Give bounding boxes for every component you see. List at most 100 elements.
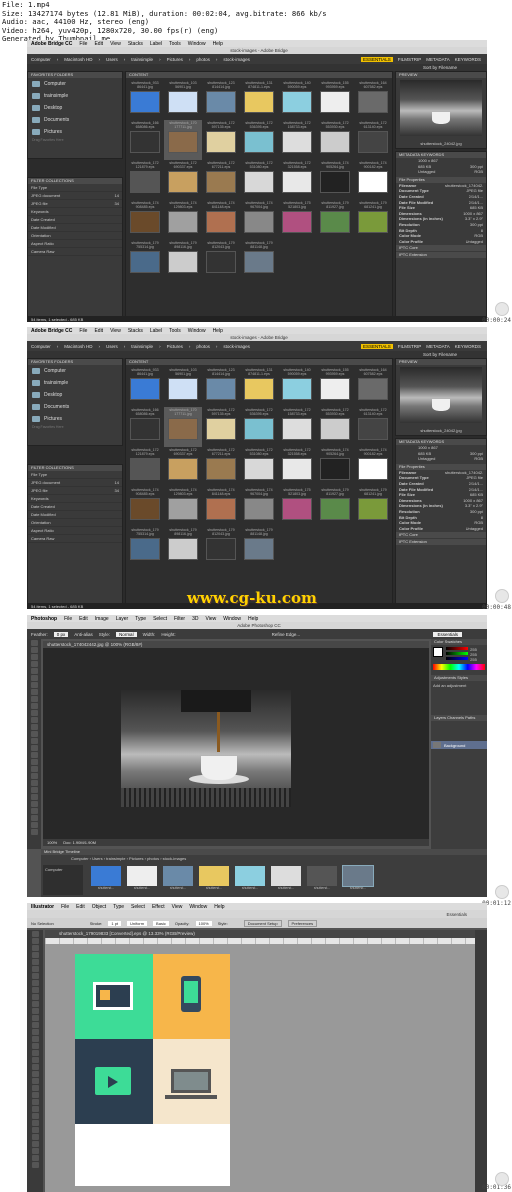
filter-row[interactable]: Keywords [28,208,122,216]
menu-type[interactable]: Type [135,616,146,622]
menu-view[interactable]: View [206,616,217,622]
tool-icon[interactable] [31,1092,39,1098]
tool-icon[interactable] [30,703,38,709]
zoom-level[interactable]: 100% [47,840,57,845]
thumbnail[interactable]: shutterstock_164 607582.eps [354,367,392,407]
tool-icon[interactable] [31,1085,39,1091]
menu-edit[interactable]: Edit [79,616,88,622]
workspace-keywords[interactable]: KEYWORDS [455,57,481,62]
workspace-select[interactable]: Essentials [446,912,467,917]
tool-icon[interactable] [31,1022,39,1028]
filter-row[interactable]: JPEG file 34 [28,200,122,208]
play-icon[interactable] [495,1172,509,1186]
tool-icon[interactable] [30,752,38,758]
style-select[interactable]: Normal [116,631,137,637]
menu-help[interactable]: Help [214,904,224,910]
tool-icon[interactable] [31,1113,39,1119]
tool-icon[interactable] [31,1050,39,1056]
filter-row[interactable]: Aspect Ratio [28,240,122,248]
tool-icon[interactable] [30,696,38,702]
tool-icon[interactable] [30,682,38,688]
tool-icon[interactable] [31,1099,39,1105]
play-icon[interactable] [495,589,509,603]
preferences-button[interactable]: Preferences [287,919,318,927]
menu-view[interactable]: View [172,904,183,910]
tool-icon[interactable] [30,822,38,828]
preview-tab[interactable]: PREVIEW [396,72,486,78]
thumbnail[interactable]: shutterstock_174 967004.jpg [240,487,278,527]
thumbnail[interactable]: shutterstock_155 993959.eps [316,367,354,407]
breadcrumb-photos[interactable]: photos [196,344,210,349]
menu-label[interactable]: Label [150,41,162,47]
mini-thumbnail[interactable]: shutterst... [127,866,157,894]
thumbnail[interactable]: shutterstock_170 177711.jpg [164,120,202,160]
filter-row[interactable]: Date Created [28,216,122,224]
menu-window[interactable]: Window [223,616,241,622]
breadcrumb-pictures[interactable]: Pictures [167,344,183,349]
breadcrumb-computer[interactable]: Computer [31,344,51,349]
favorite-pictures[interactable]: Pictures [28,413,122,425]
thumbnail[interactable]: shutterstock_933 86441.jpg [126,367,164,407]
menu-help[interactable]: Help [248,616,258,622]
thumbnail[interactable]: shutterstock_174 900182.eps [354,447,392,487]
thumbnail[interactable]: shutterstock_174 129803.eps [164,487,202,527]
ai-doc-tab[interactable]: shutterstock_179019833 [Converted].eps @… [45,930,475,938]
filter-row[interactable]: Camera Raw [28,248,122,256]
thumbnail[interactable]: shutterstock_179 812043.jpg [202,527,240,567]
thumbnail[interactable]: shutterstock_172 553930.eps [316,407,354,447]
breadcrumb-macintosh-hd[interactable]: Macintosh HD [64,57,92,62]
blue-value[interactable]: 255 [470,657,477,662]
thumbnail[interactable]: shutterstock_131 874811-1.eps [240,367,278,407]
filter-row[interactable]: Date Created [28,503,122,511]
content-tab[interactable]: CONTENT [126,359,392,365]
breadcrumb-pictures[interactable]: Pictures [167,57,183,62]
thumbnail[interactable]: shutterstock_103 56901.jpg [164,80,202,120]
menu-select[interactable]: Select [153,616,167,622]
stroke-weight[interactable]: 1 pt [108,920,122,926]
thumbnail[interactable]: shutterstock_174 908485.eps [126,487,164,527]
thumbnail[interactable]: shutterstock_164 607582.eps [354,80,392,120]
foreground-swatch[interactable] [433,647,443,657]
favorite-computer[interactable]: Computer [28,78,122,90]
spectrum-bar[interactable] [433,664,485,670]
layer-row[interactable]: Background [431,741,487,749]
thumbnail[interactable]: shutterstock_123 814414.jpg [202,80,240,120]
breadcrumb-users[interactable]: Users [106,57,118,62]
metadata-section[interactable]: IPTC Extension [396,539,486,546]
menu-tools[interactable]: Tools [169,328,181,334]
favorite-computer[interactable]: Computer [28,365,122,377]
menu-window[interactable]: Window [188,41,206,47]
menu-image[interactable]: Image [95,616,109,622]
content-tab[interactable]: CONTENT [126,72,392,78]
mini-thumbnail[interactable]: shutterst... [307,866,337,894]
thumbnail[interactable]: shutterstock_175 521803.jpg [278,487,316,527]
menu-adobe-bridge-cc[interactable]: Adobe Bridge CC [31,328,72,334]
thumbnail[interactable]: shutterstock_172 121879.eps [126,447,164,487]
tool-icon[interactable] [31,1071,39,1077]
thumbnail[interactable]: shutterstock_172 690337.eps [164,447,202,487]
menu-file[interactable]: File [64,616,72,622]
mini-thumbnail[interactable]: shutterst... [235,866,265,894]
thumbnail[interactable]: shutterstock_172 158733.eps [278,120,316,160]
play-icon[interactable] [495,302,509,316]
thumbnail[interactable]: shutterstock_103 56901.jpg [164,367,202,407]
tool-icon[interactable] [31,1155,39,1161]
thumbnail[interactable]: shutterstock_179 811927.jpg [316,487,354,527]
filter-row[interactable]: Date Modified [28,511,122,519]
menu-view[interactable]: View [110,328,121,334]
thumbnail[interactable]: shutterstock_166 658086.eps [126,407,164,447]
thumbnail[interactable]: shutterstock_172 677211.eps [202,447,240,487]
tool-icon[interactable] [30,717,38,723]
tool-icon[interactable] [30,689,38,695]
filter-row[interactable]: Orientation [28,519,122,527]
thumbnail[interactable]: shutterstock_179 881148.jpg [240,527,278,567]
green-slider[interactable] [446,652,469,655]
breadcrumb-stock-images[interactable]: stock-images [223,57,250,62]
thumbnail[interactable]: shutterstock_174 905264.jpg [316,447,354,487]
menu-file[interactable]: File [79,328,87,334]
mini-thumbnail[interactable]: shutterst... [342,865,374,894]
thumbnail[interactable]: shutterstock_172 531080.eps [240,447,278,487]
tool-icon[interactable] [30,710,38,716]
tool-icon[interactable] [30,794,38,800]
tool-icon[interactable] [31,987,39,993]
